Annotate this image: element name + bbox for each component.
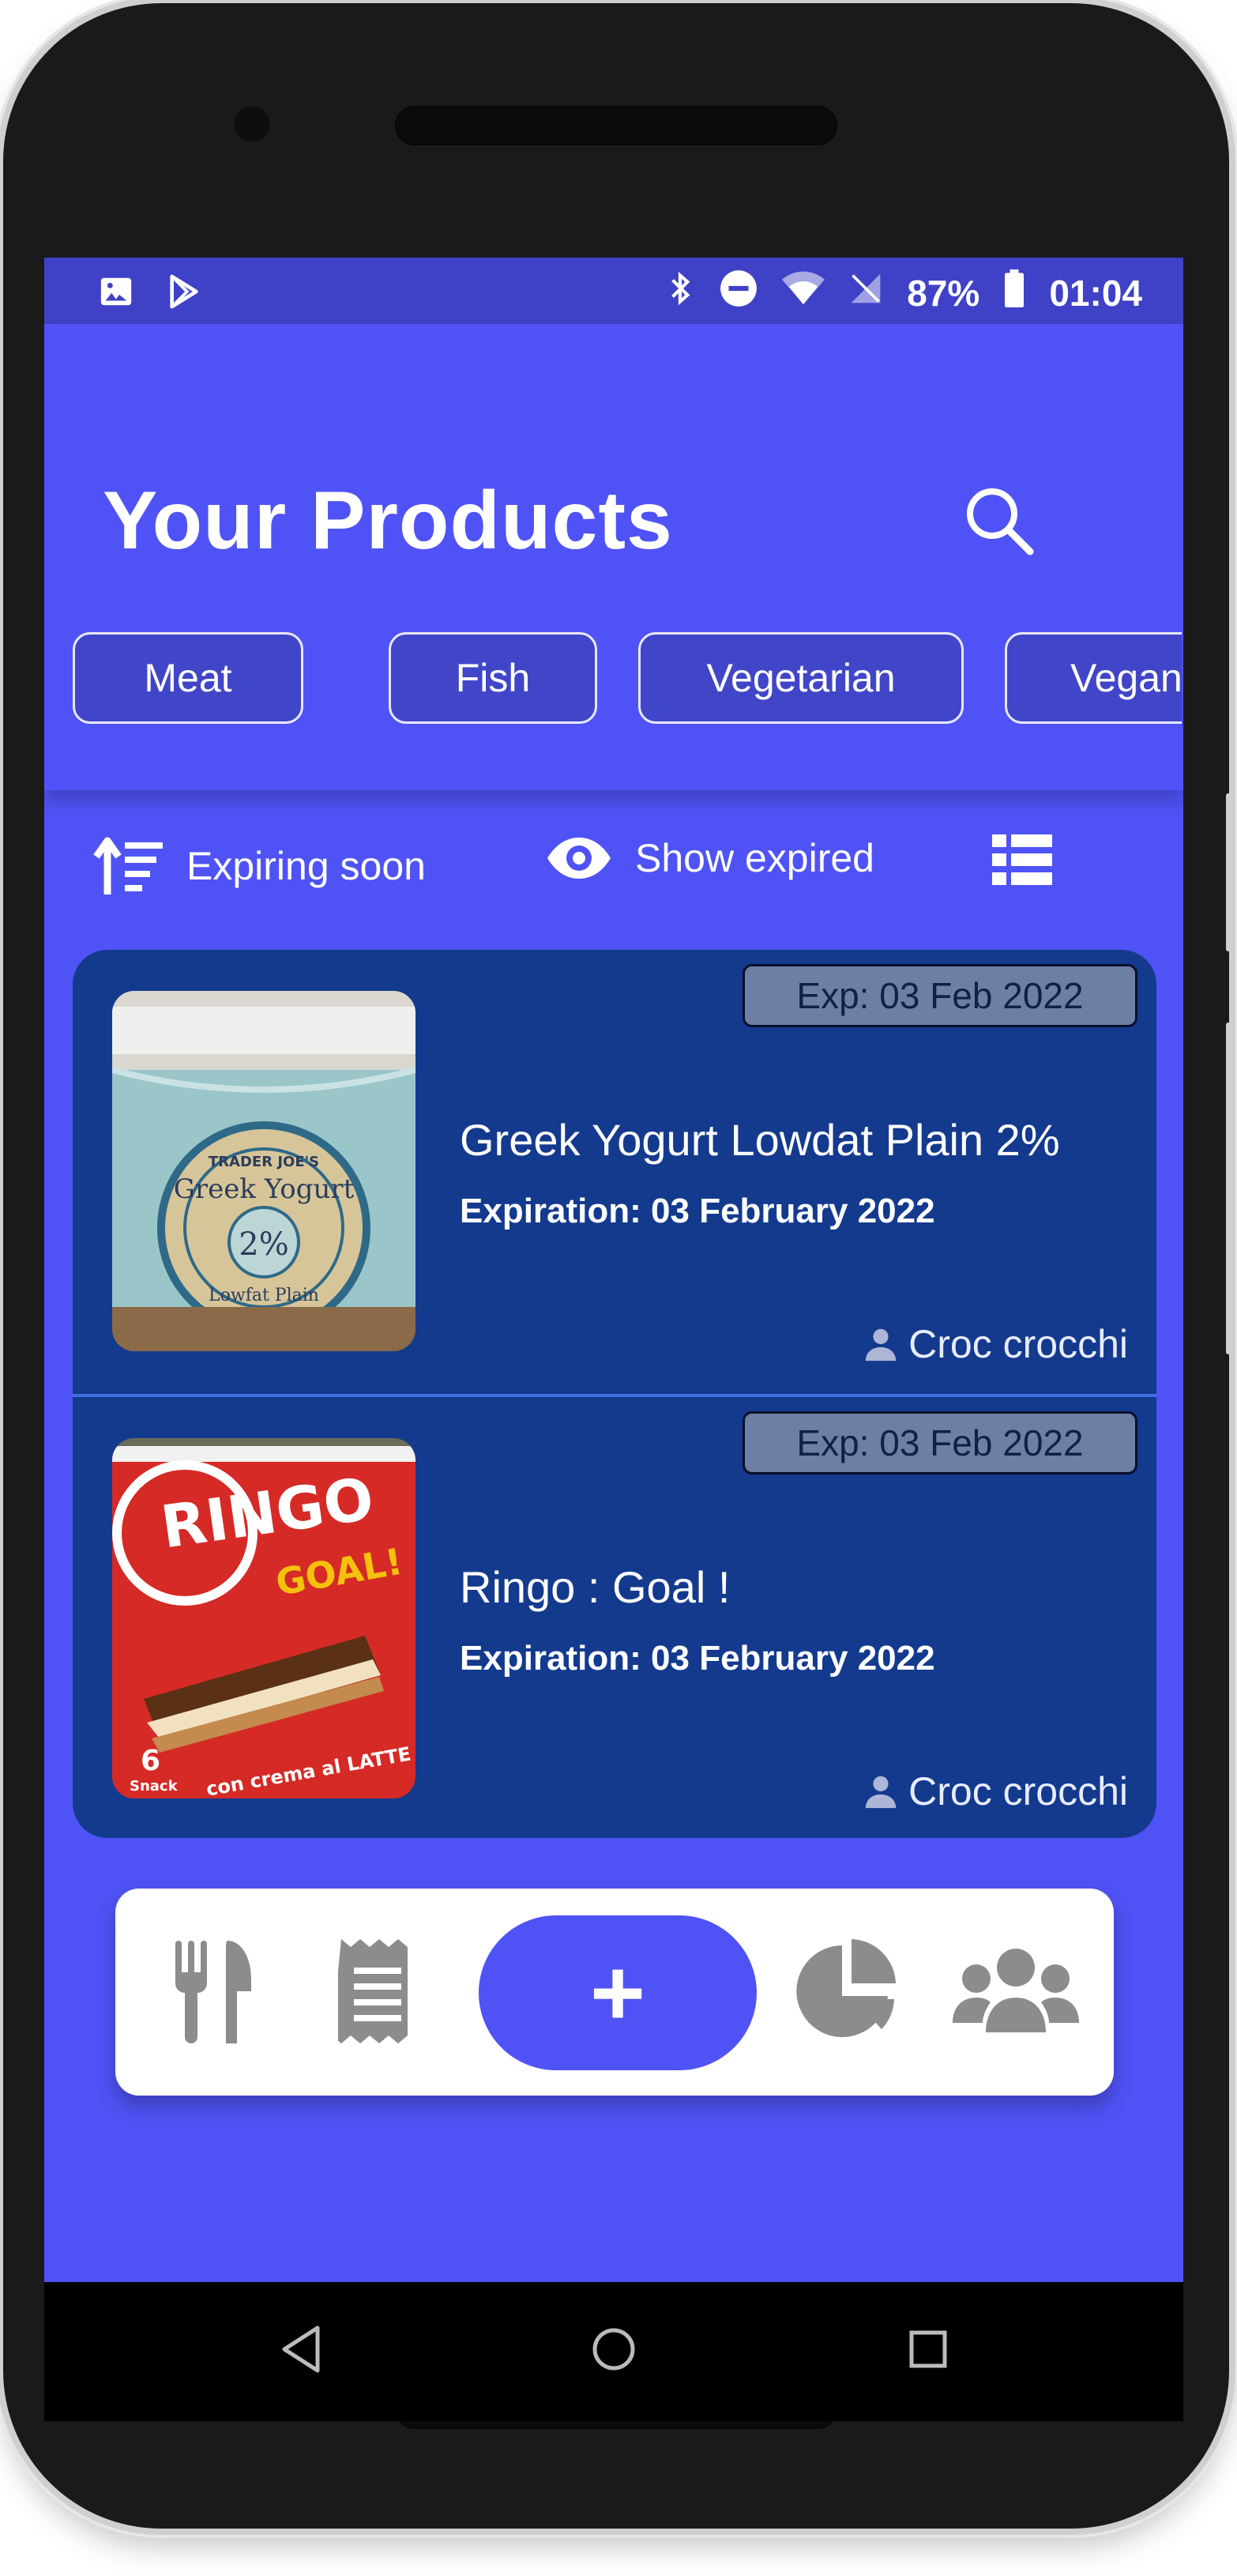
battery-percent: 87% <box>907 272 980 314</box>
battery-icon <box>1003 269 1025 316</box>
chip-fish[interactable]: Fish <box>389 632 597 724</box>
svg-text:Greek Yogurt: Greek Yogurt <box>174 1173 355 1205</box>
eye-icon <box>547 838 611 879</box>
chip-label: Meat <box>144 656 232 700</box>
pie-chart-icon <box>796 1939 896 2037</box>
bluetooth-icon <box>667 269 695 317</box>
no-sim-icon <box>848 270 883 315</box>
chip-label: Fish <box>455 656 531 700</box>
chip-vegetarian[interactable]: Vegetarian <box>638 632 964 724</box>
home-icon <box>592 2328 635 2371</box>
nav-receipts-button[interactable] <box>332 1936 417 2051</box>
owner-name: Croc crocchi <box>908 1322 1128 1366</box>
product-name: Greek Yogurt Lowdat Plain 2% <box>460 1115 1060 1165</box>
top-speaker <box>395 106 837 145</box>
product-card[interactable]: TRADER JOE'S Greek Yogurt 2% Lowfat Plai… <box>73 950 1156 1394</box>
front-camera <box>232 104 272 144</box>
chip-label: Vegetarian <box>706 656 896 700</box>
back-icon <box>282 2326 320 2373</box>
sort-button[interactable]: Expiring soon <box>93 834 426 898</box>
image-icon <box>98 273 134 314</box>
search-button[interactable] <box>961 482 1040 561</box>
clock: 01:04 <box>1049 272 1142 314</box>
users-icon <box>953 1949 1079 2032</box>
person-icon <box>865 1776 897 1809</box>
android-navigation-bar <box>44 2282 1183 2421</box>
show-expired-label: Show expired <box>635 836 874 880</box>
show-expired-toggle[interactable]: Show expired <box>545 834 874 882</box>
nav-statistics-button[interactable] <box>793 1936 904 2051</box>
sort-label: Expiring soon <box>186 844 426 888</box>
add-product-button[interactable]: + <box>479 1915 757 2070</box>
svg-text:6: 6 <box>141 1745 160 1777</box>
product-image-yogurt: TRADER JOE'S Greek Yogurt 2% Lowfat Plai… <box>112 991 415 1351</box>
list-toolbar: Expiring soon Show expired <box>44 811 1183 921</box>
home-button[interactable] <box>586 2322 641 2381</box>
category-chips: Meat Fish Vegetarian Vegan <box>73 632 1182 735</box>
product-list: TRADER JOE'S Greek Yogurt 2% Lowfat Plai… <box>73 950 1156 1838</box>
svg-text:Lowfat Plain: Lowfat Plain <box>209 1286 319 1305</box>
app-header: Your Products Meat Fish Vegetarian Vegan <box>44 324 1183 790</box>
svg-text:TRADER JOE'S: TRADER JOE'S <box>209 1154 319 1170</box>
nav-groups-button[interactable] <box>953 1944 1079 2043</box>
product-owner: Croc crocchi <box>863 1768 1128 1814</box>
bottom-navigation: + <box>115 1889 1114 2096</box>
volume-button <box>1226 1022 1234 1354</box>
list-view-icon <box>992 834 1052 885</box>
nav-products-button[interactable] <box>171 1936 258 2051</box>
receipt-icon <box>332 1939 408 2043</box>
plus-icon: + <box>589 1940 646 2046</box>
power-button <box>1226 793 1234 951</box>
page-title: Your Products <box>103 475 673 567</box>
do-not-disturb-icon <box>719 269 758 317</box>
product-expiration: Expiration: 03 February 2022 <box>460 1639 935 1678</box>
chip-vegan[interactable]: Vegan <box>1005 632 1182 724</box>
owner-name: Croc crocchi <box>908 1769 1128 1813</box>
product-owner: Croc crocchi <box>863 1321 1128 1367</box>
person-icon <box>865 1328 897 1361</box>
svg-text:2%: 2% <box>239 1226 288 1263</box>
product-card[interactable]: RINGO GOAL! 6 Snack con crema al LATTE E… <box>73 1394 1156 1838</box>
chip-meat[interactable]: Meat <box>73 632 303 724</box>
expiry-badge: Exp: 03 Feb 2022 <box>743 964 1137 1027</box>
play-store-icon <box>166 273 202 314</box>
expiry-badge: Exp: 03 Feb 2022 <box>743 1411 1137 1474</box>
chip-label: Vegan <box>1070 656 1182 700</box>
product-expiration: Expiration: 03 February 2022 <box>460 1192 935 1230</box>
product-name: Ringo : Goal ! <box>460 1562 731 1612</box>
wifi-icon <box>782 270 825 315</box>
app-screen: 87% 01:04 Your Products Meat Fish Vegeta… <box>44 258 1183 2282</box>
sort-icon <box>93 837 163 894</box>
status-bar: 87% 01:04 <box>44 258 1183 324</box>
search-icon <box>967 488 1034 555</box>
list-view-button[interactable] <box>992 834 1052 885</box>
product-image-ringo: RINGO GOAL! 6 Snack con crema al LATTE <box>112 1438 415 1798</box>
recents-button[interactable] <box>900 2322 956 2381</box>
recents-icon <box>909 2330 947 2368</box>
svg-text:Snack: Snack <box>130 1778 179 1795</box>
back-button[interactable] <box>278 2322 325 2381</box>
utensils-icon <box>175 1941 251 2043</box>
